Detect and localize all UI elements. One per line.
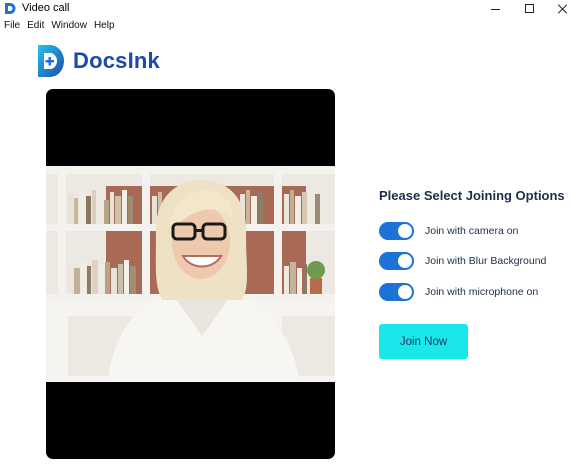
option-microphone-on: Join with microphone on xyxy=(379,283,538,301)
blur-background-label: Join with Blur Background xyxy=(425,255,547,267)
camera-on-label: Join with camera on xyxy=(425,225,519,237)
menu-window[interactable]: Window xyxy=(47,18,90,34)
title-bar: Video call xyxy=(0,0,580,17)
toggle-knob xyxy=(398,224,412,238)
maximize-icon xyxy=(524,4,534,13)
maximize-button[interactable] xyxy=(512,0,546,17)
brand-name: DocsInk xyxy=(73,48,160,73)
microphone-on-toggle[interactable] xyxy=(379,283,414,301)
app-icon xyxy=(5,3,16,14)
join-now-button[interactable]: Join Now xyxy=(379,324,468,359)
toggle-knob xyxy=(398,285,412,299)
close-icon xyxy=(558,4,568,14)
toggle-knob xyxy=(398,254,412,268)
close-button[interactable] xyxy=(546,0,580,17)
blur-background-toggle[interactable] xyxy=(379,252,414,270)
minimize-icon xyxy=(490,9,500,10)
menu-file[interactable]: File xyxy=(0,18,23,34)
window-title: Video call xyxy=(22,2,70,14)
microphone-on-label: Join with microphone on xyxy=(425,286,539,298)
menu-help[interactable]: Help xyxy=(90,18,118,34)
video-preview xyxy=(46,89,335,459)
brand-logo: DocsInk xyxy=(36,43,160,79)
option-camera-on: Join with camera on xyxy=(379,222,518,240)
camera-preview-image xyxy=(46,166,335,382)
join-options-title: Please Select Joining Options xyxy=(379,188,565,203)
option-blur-background: Join with Blur Background xyxy=(379,252,546,270)
minimize-button[interactable] xyxy=(478,0,512,17)
menu-bar: File Edit Window Help xyxy=(0,18,118,34)
docsink-logo-icon xyxy=(38,45,64,77)
menu-edit[interactable]: Edit xyxy=(23,18,47,34)
camera-on-toggle[interactable] xyxy=(379,222,414,240)
